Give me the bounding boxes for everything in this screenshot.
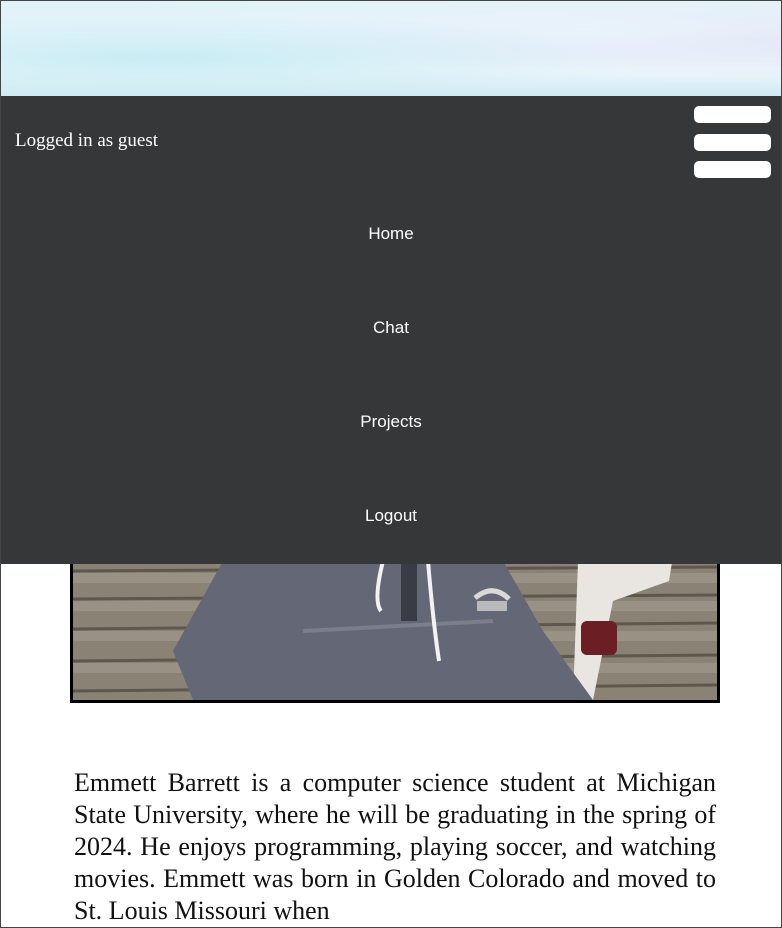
nav-link-projects[interactable]: Projects — [1, 412, 781, 432]
hero-banner — [1, 1, 781, 97]
logged-in-status: Logged in as guest — [15, 130, 159, 151]
hamburger-bar-middle — [694, 134, 771, 151]
hamburger-bar-bottom — [694, 161, 771, 178]
nav-link-chat[interactable]: Chat — [1, 318, 781, 338]
hamburger-menu-icon[interactable] — [694, 106, 772, 180]
nav-link-home[interactable]: Home — [1, 224, 781, 244]
page: Logged in as guest Home Chat Projects Lo… — [0, 0, 782, 928]
hamburger-bar-top — [694, 106, 771, 123]
nav-link-logout[interactable]: Logout — [1, 506, 781, 526]
bio-paragraph: Emmett Barrett is a computer science stu… — [74, 768, 716, 925]
nav-menu-overlay: Logged in as guest Home Chat Projects Lo… — [1, 96, 781, 564]
